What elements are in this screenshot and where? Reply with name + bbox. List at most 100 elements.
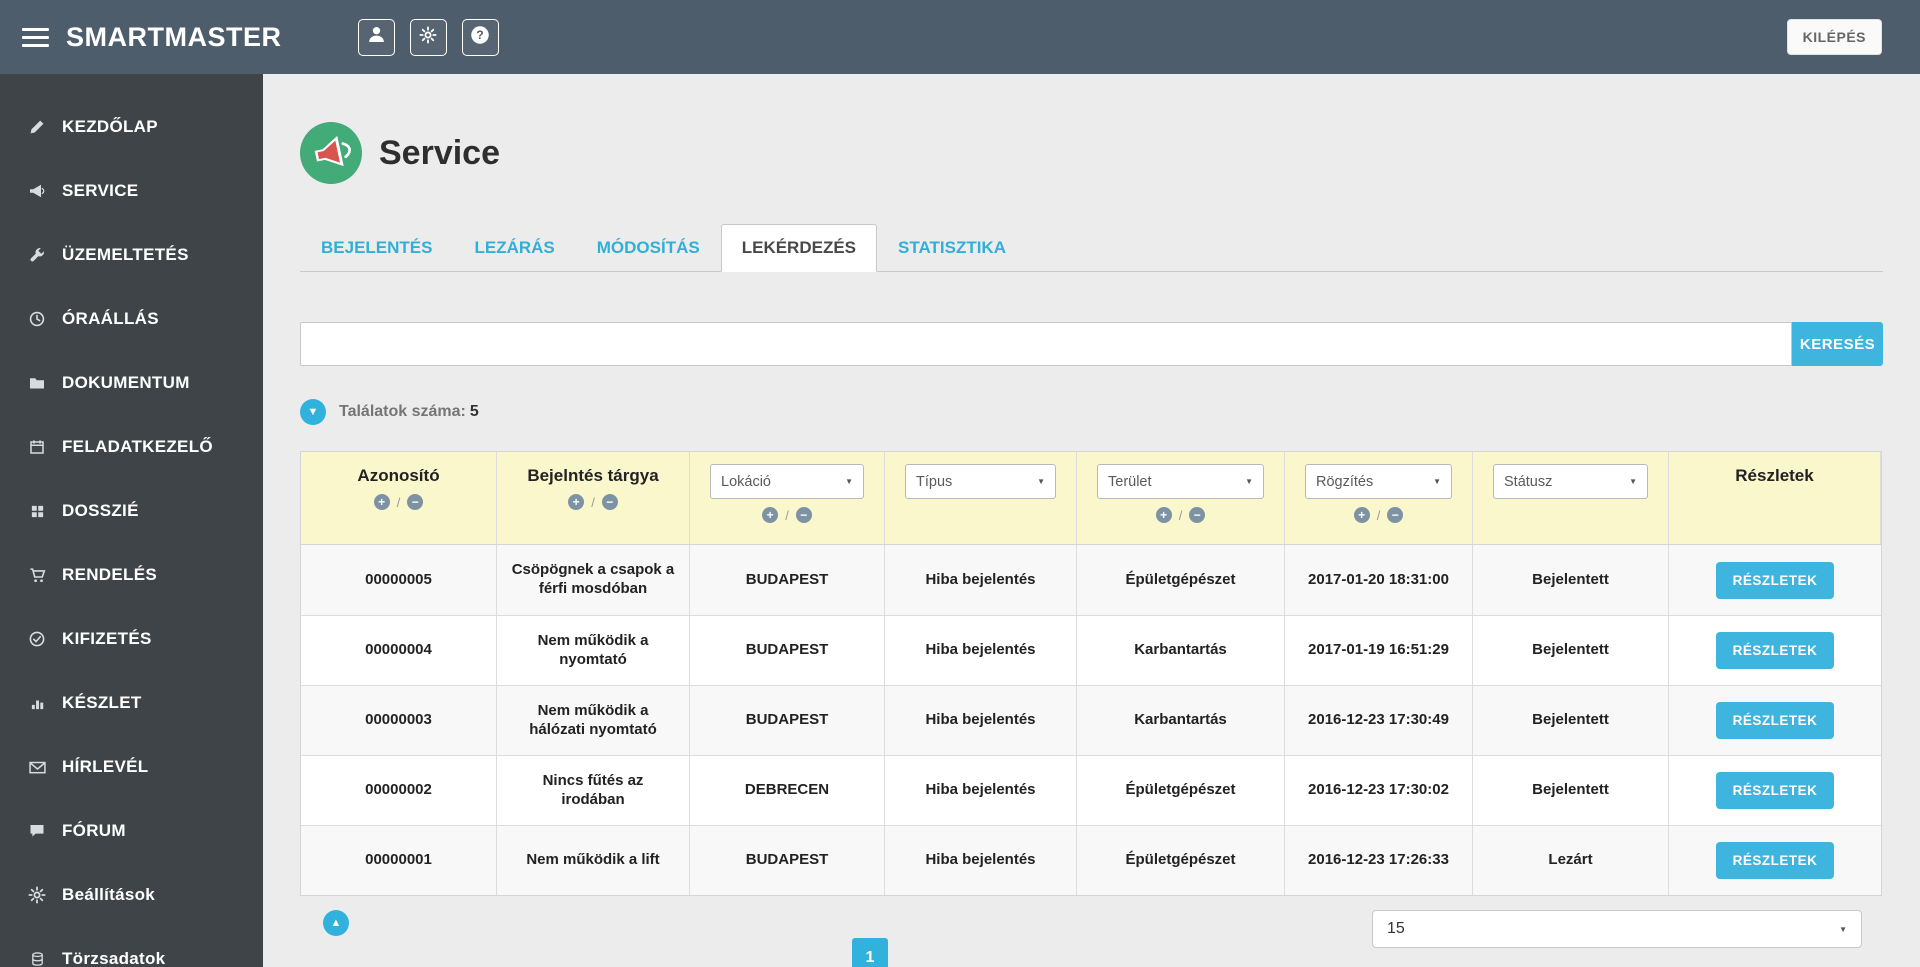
details-button[interactable]: RÉSZLETEK — [1715, 561, 1835, 599]
sort-descending-button[interactable]: − — [601, 494, 618, 510]
sidebar-item-icon — [27, 311, 47, 327]
sidebar-item[interactable]: KEZDŐLAP — [0, 95, 263, 159]
column-filter-select[interactable]: Státusz ▼ — [1493, 464, 1648, 499]
sort-ascending-button[interactable]: + — [762, 507, 779, 523]
search-button[interactable]: KERESÉS — [1792, 322, 1883, 366]
table-body: 00000005 Csöpögnek a csapok a férfi mosd… — [301, 545, 1881, 895]
cell-area: Épületgépészet — [1077, 545, 1285, 615]
sidebar-item-icon — [27, 696, 47, 711]
sidebar-item[interactable]: KÉSZLET — [0, 671, 263, 735]
cell-details: RÉSZLETEK — [1669, 616, 1881, 685]
tab[interactable]: BEJELENTÉS — [300, 224, 453, 272]
sidebar-item-icon — [27, 759, 47, 776]
chevron-down-icon: ▼ — [1839, 924, 1847, 934]
cell-type: Hiba bejelentés — [885, 616, 1077, 685]
sidebar-item[interactable]: DOSSZIÉ — [0, 479, 263, 543]
sidebar-item-label: SERVICE — [62, 181, 139, 200]
sidebar-item[interactable]: ÓRAÁLLÁS — [0, 287, 263, 351]
table-header-cell: Bejelntés tárgya + / − — [497, 452, 690, 544]
sidebar-item[interactable]: HÍRLEVÉL — [0, 735, 263, 799]
details-button[interactable]: RÉSZLETEK — [1715, 632, 1835, 669]
sidebar-item-label: DOSSZIÉ — [62, 501, 139, 520]
logout-button[interactable]: KILÉPÉS — [1786, 19, 1882, 55]
sidebar-item[interactable]: ÜZEMELTETÉS — [0, 223, 263, 287]
sort-controls: + / − — [762, 507, 812, 523]
column-filter-select[interactable]: Lokáció ▼ — [710, 464, 864, 499]
pagination-page-button[interactable]: 1 — [852, 938, 888, 967]
page-header: Service — [300, 122, 1883, 184]
cell-status: Bejelentett — [1473, 756, 1669, 825]
cell-status: Bejelentett — [1473, 616, 1669, 685]
details-button[interactable]: RÉSZLETEK — [1715, 842, 1835, 879]
sort-controls: + / − — [1353, 507, 1404, 523]
details-button[interactable]: RÉSZLETEK — [1715, 702, 1835, 739]
sort-ascending-button[interactable]: + — [568, 494, 585, 510]
sidebar-item[interactable]: SERVICE — [0, 159, 263, 223]
table-row: 00000005 Csöpögnek a csapok a férfi mosd… — [301, 545, 1881, 615]
sort-ascending-button[interactable]: + — [1155, 507, 1172, 523]
sort-controls: + / − — [373, 494, 424, 510]
sort-descending-button[interactable]: − — [795, 507, 812, 523]
topbar-icon-button[interactable] — [409, 18, 447, 56]
sidebar-item[interactable]: FELADATKEZELŐ — [0, 415, 263, 479]
table-header-cell: Típus ▼ — [885, 452, 1077, 544]
sidebar-item[interactable]: DOKUMENTUM — [0, 351, 263, 415]
tab[interactable]: STATISZTIKA — [877, 224, 1027, 272]
topbar-button-icon — [419, 25, 437, 49]
collapse-down-arrow-icon[interactable]: ▼ — [300, 398, 326, 425]
table-header: Azonosító + / − Bejelntés tárgya + / − L… — [301, 452, 1881, 545]
sort-descending-button[interactable]: − — [1189, 507, 1206, 523]
sidebar-item[interactable]: FÓRUM — [0, 799, 263, 863]
sidebar-item-label: FELADATKEZELŐ — [62, 437, 213, 456]
cell-status: Lezárt — [1473, 826, 1669, 895]
sidebar-item[interactable]: KIFIZETÉS — [0, 607, 263, 671]
sidebar-item[interactable]: Törzsadatok — [0, 927, 263, 967]
cell-status: Bejelentett — [1473, 686, 1669, 755]
cell-id: 00000002 — [301, 756, 497, 825]
hamburger-menu-icon[interactable] — [22, 27, 49, 47]
sidebar-item-icon — [27, 504, 47, 519]
topbar-icon-button[interactable]: ? — [461, 18, 499, 56]
cell-subject: Nem működik a nyomtató — [497, 616, 690, 685]
sort-separator: / — [1178, 507, 1183, 523]
cell-area: Épületgépészet — [1077, 756, 1285, 825]
cell-location: BUDAPEST — [690, 616, 885, 685]
sort-descending-button[interactable]: − — [1387, 507, 1404, 523]
topbar-icon-buttons: ? — [357, 18, 499, 56]
sort-ascending-button[interactable]: + — [1353, 507, 1370, 523]
column-filter-select[interactable]: Rögzítés ▼ — [1305, 464, 1452, 499]
filter-select-value: Típus — [916, 473, 953, 490]
cell-location: DEBRECEN — [690, 756, 885, 825]
cell-recorded: 2016-12-23 17:30:02 — [1285, 756, 1473, 825]
sort-separator: / — [785, 507, 789, 523]
cell-id: 00000003 — [301, 686, 497, 755]
sidebar-item[interactable]: Beállítások — [0, 863, 263, 927]
cell-recorded: 2017-01-19 16:51:29 — [1285, 616, 1473, 685]
column-filter-select[interactable]: Típus ▼ — [905, 464, 1056, 499]
sort-separator: / — [1376, 507, 1381, 523]
cell-type: Hiba bejelentés — [885, 756, 1077, 825]
page-size-select[interactable]: 15 ▼ — [1372, 910, 1862, 948]
search-input[interactable] — [300, 322, 1792, 366]
tab[interactable]: MÓDOSÍTÁS — [576, 224, 721, 272]
scroll-up-arrow-icon[interactable]: ▲ — [323, 910, 349, 936]
column-filter-select[interactable]: Terület ▼ — [1097, 464, 1264, 499]
sort-ascending-button[interactable]: + — [373, 494, 390, 510]
sort-descending-button[interactable]: − — [407, 494, 424, 510]
cell-area: Épületgépészet — [1077, 826, 1285, 895]
cell-type: Hiba bejelentés — [885, 686, 1077, 755]
page-size-value: 15 — [1387, 920, 1405, 937]
cell-recorded: 2016-12-23 17:26:33 — [1285, 826, 1473, 895]
tab[interactable]: LEZÁRÁS — [453, 224, 575, 272]
sidebar-item-icon — [27, 439, 47, 455]
sidebar-item[interactable]: RENDELÉS — [0, 543, 263, 607]
sidebar-item-label: FÓRUM — [62, 821, 126, 840]
table-row: 00000002 Nincs fűtés az irodában DEBRECE… — [301, 755, 1881, 825]
cell-location: BUDAPEST — [690, 686, 885, 755]
topbar-icon-button[interactable] — [357, 18, 395, 56]
tab[interactable]: LEKÉRDEZÉS — [720, 224, 878, 272]
cell-id: 00000004 — [301, 616, 497, 685]
details-button[interactable]: RÉSZLETEK — [1715, 772, 1835, 809]
cell-subject: Csöpögnek a csapok a férfi mosdóban — [497, 545, 690, 615]
sidebar-item-label: KEZDŐLAP — [62, 117, 158, 136]
